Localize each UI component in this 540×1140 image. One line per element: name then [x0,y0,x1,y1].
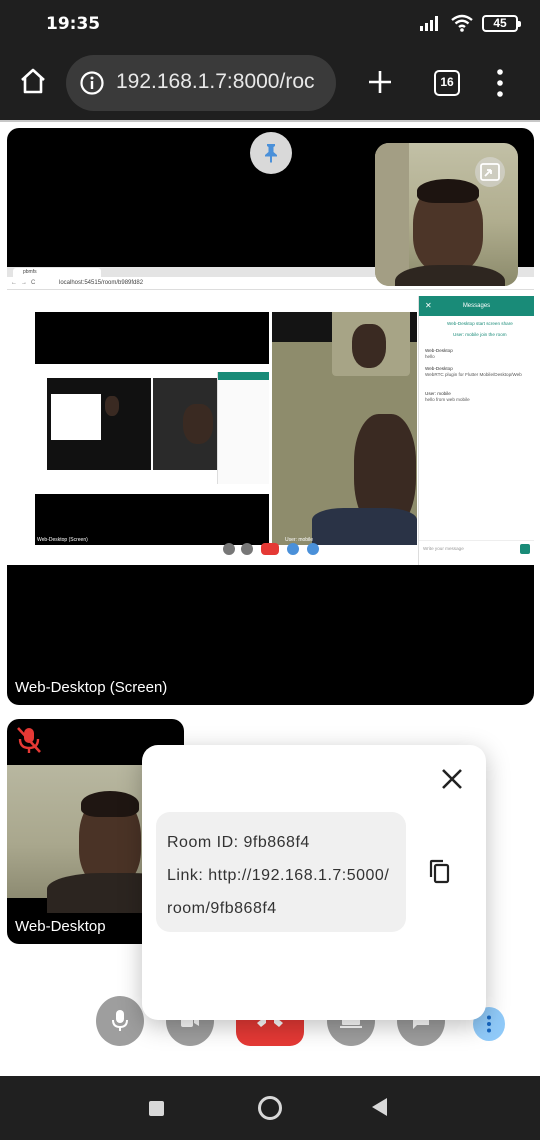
nested-caption-right: User: mobile [285,537,314,543]
shared-messages-title: Messages [462,303,491,309]
nested-screen-tile [35,312,269,545]
nested-video-button [241,543,253,555]
shared-message-text: hello [425,354,435,359]
recents-icon[interactable] [149,1101,164,1116]
nested-messages-panel [217,372,269,484]
shared-send-icon [520,544,530,554]
home-icon[interactable] [18,66,48,96]
shared-system-line: User: mobile join the room [453,332,507,337]
nested-face-2 [105,396,119,416]
pip-shoulder [395,265,505,286]
nested-caption-left: Web-Desktop (Screen) [37,537,88,543]
participant-label: Web-Desktop [15,918,106,935]
pip-wall [375,143,409,286]
back-icon[interactable] [372,1098,387,1116]
copy-icon[interactable] [427,859,451,885]
browser-toolbar: 192.168.1.7:8000/roc 16 [0,46,540,120]
shared-screen-tile[interactable]: pbmfs ←→C localhost:54515/room/b989fd82 … [7,128,534,705]
nested-end-button [261,543,279,555]
shared-messages-panel: ✕ Messages Web-Desktop start screen shar… [418,296,534,565]
shared-system-line: Web-Desktop start screen share [447,321,513,326]
mic-button[interactable] [96,996,144,1046]
room-info-dialog: Room ID: 9fb868f4 Link: http://192.168.1… [142,745,486,1020]
url-text[interactable]: 192.168.1.7:8000/roc [116,70,328,94]
room-link-line1: Link: http://192.168.1.7:5000/ [167,867,390,884]
status-icons: 45 [420,14,521,32]
room-info-box: Room ID: 9fb868f4 Link: http://192.168.1… [156,812,406,932]
shared-message-sender: User: mobile [425,391,451,396]
close-icon[interactable] [438,765,466,793]
shared-message-sender: Web-Desktop [425,348,453,353]
nested-room-shirt [312,508,417,545]
battery-icon: 45 [482,14,521,32]
home-icon[interactable] [258,1096,282,1120]
address-bar[interactable]: 192.168.1.7:8000/roc [66,55,336,111]
shared-message-sender: Web-Desktop [425,366,453,371]
nested-mic-button [223,543,235,555]
signal-icon [420,16,438,31]
new-tab-icon[interactable] [366,68,394,96]
mic-icon [112,1010,128,1031]
status-bar: 19:35 45 [0,0,540,46]
nested-messages-header [218,372,269,380]
nested-room-pip-face [352,324,386,368]
shared-browser-nav-icons: ←→C [11,280,40,286]
tabs-icon[interactable]: 16 [434,70,460,96]
shared-browser-tab: pbmfs [13,268,101,277]
shared-messages-close-icon: ✕ [425,301,432,310]
shared-address-text: localhost:54515/room/b989fd82 [59,280,144,286]
pin-icon [265,144,277,163]
wifi-icon [451,14,473,32]
shared-screen-content: pbmfs ←→C localhost:54515/room/b989fd82 … [7,267,534,565]
pip-hair [417,179,479,203]
pip-toggle-button[interactable] [475,157,505,187]
system-nav-bar [0,1076,540,1140]
mic-off-icon [17,727,41,753]
room-id-text: Room ID: 9fb868f4 [167,834,310,851]
picture-in-picture-icon [480,163,500,181]
more-vert-icon[interactable] [490,68,510,98]
shared-message-input: Write your message [419,540,534,556]
toolbar-divider [0,120,540,122]
shared-messages-header: ✕ Messages [419,296,534,316]
more-vert-icon [487,1015,491,1033]
status-time: 19:35 [46,14,101,34]
nested-face-1 [183,404,213,444]
pin-button[interactable] [250,132,292,174]
info-icon[interactable] [79,70,105,96]
shared-message-text: hello from web mobile [425,397,470,402]
main-tile-label: Web-Desktop (Screen) [15,679,168,696]
nested-room-video [272,312,417,545]
nested-screen-inner [35,364,269,494]
nested-chat-button [307,543,319,555]
room-link-line2: room/9fb868f4 [167,900,277,917]
nested-share-button [287,543,299,555]
nested-screen-white [51,394,101,440]
shared-message-text: WebRTC plugin for Flutter Mobile/Desktop… [425,372,522,377]
participant-hair [81,791,139,817]
self-view-pip[interactable] [375,143,518,286]
